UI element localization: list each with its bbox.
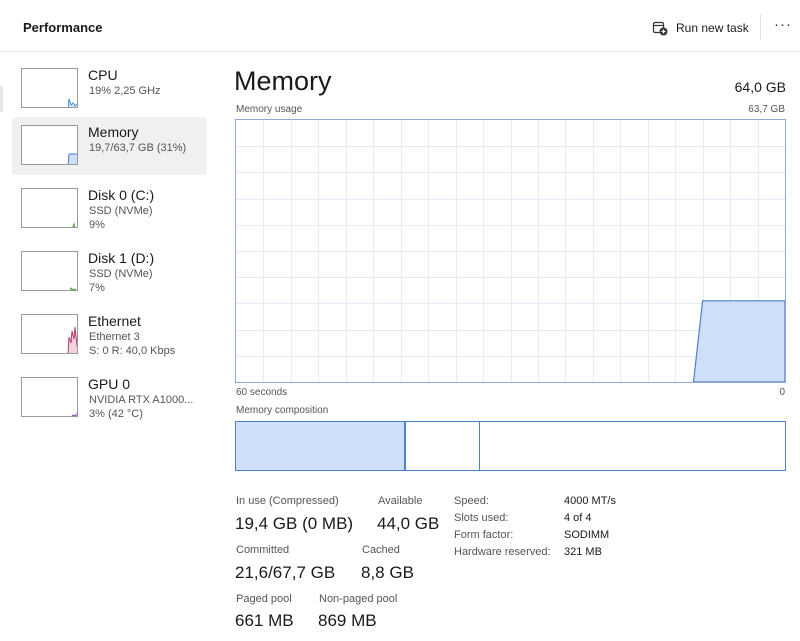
disk-graph-icon <box>21 188 78 228</box>
sidebar-item-label: Disk 0 (C:) <box>88 187 155 203</box>
run-new-task-label: Run new task <box>676 21 749 35</box>
available-label: Available <box>378 495 423 507</box>
memory-composition-label: Memory composition <box>236 405 329 416</box>
speed-value: 4000 MT/s <box>564 495 616 507</box>
in-use-value: 19,4 GB (0 MB) <box>235 514 354 533</box>
cpu-graph-icon <box>21 68 78 108</box>
slots-used-value: 4 of 4 <box>564 512 592 524</box>
sidebar-item-detail: SSD (NVMe) <box>89 205 153 217</box>
sidebar-item-label: GPU 0 <box>88 376 131 392</box>
form-factor-key: Form factor: <box>454 529 514 541</box>
graph-time-end: 0 <box>779 387 785 398</box>
sidebar-item-detail: SSD (NVMe) <box>89 268 153 280</box>
sidebar-item-label: CPU <box>88 67 118 83</box>
thumbnail-graph <box>67 98 77 107</box>
thumbnail-area <box>71 413 77 416</box>
thumbnail-graph <box>71 413 77 416</box>
nonpaged-pool-value: 869 MB <box>318 611 377 630</box>
memory-total: 64,0 GB <box>734 79 786 95</box>
memory-usage-area <box>692 300 785 382</box>
run-task-icon <box>652 21 668 36</box>
sidebar-item-memory[interactable]: Memory 19,7/63,7 GB (31%) <box>12 117 207 175</box>
committed-label: Committed <box>236 544 290 556</box>
memory-usage-graph <box>235 119 786 383</box>
resource-title: Memory <box>234 66 332 96</box>
form-factor-value: SODIMM <box>564 529 610 541</box>
sidebar-item-label: Disk 1 (D:) <box>88 250 155 266</box>
toolbar-divider <box>760 14 761 40</box>
sidebar-item-label: Ethernet <box>88 313 141 329</box>
paged-pool-value: 661 MB <box>235 611 294 630</box>
graph-time-start: 60 seconds <box>236 387 288 398</box>
composition-standby[interactable] <box>480 422 785 470</box>
nonpaged-pool-label: Non-paged pool <box>319 593 398 605</box>
page-title: Performance <box>23 20 103 35</box>
cached-value: 8,8 GB <box>361 563 414 582</box>
memory-composition-bar <box>235 421 786 471</box>
in-use-label: In use (Compressed) <box>236 495 339 507</box>
sidebar-item-disk-0-c[interactable]: Disk 0 (C:) SSD (NVMe) 9% <box>12 180 207 238</box>
hardware-reserved-key: Hardware reserved: <box>454 546 551 558</box>
thumbnail-area <box>72 222 76 227</box>
gpu-graph-icon <box>21 377 78 417</box>
composition-modified[interactable] <box>406 422 480 470</box>
thumbnail-graph <box>67 153 77 164</box>
sidebar-item-detail: Ethernet 3 <box>89 331 140 343</box>
thumbnail-area <box>67 153 77 164</box>
sidebar-item-detail: NVIDIA RTX A1000... <box>89 394 194 406</box>
sidebar-item-detail: 19,7/63,7 GB (31%) <box>89 142 187 154</box>
thumbnail-area <box>67 326 77 353</box>
thumbnail-graph <box>72 222 76 227</box>
hardware-reserved-value: 321 MB <box>564 546 602 558</box>
sidebar-item-detail: S: 0 R: 40,0 Kbps <box>89 345 176 357</box>
memory-graph-icon <box>21 125 78 165</box>
thumbnail-area <box>69 287 77 290</box>
sidebar-item-cpu[interactable]: CPU 19% 2,25 GHz <box>12 60 207 118</box>
available-value: 44,0 GB <box>377 514 440 533</box>
slots-used-key: Slots used: <box>454 512 509 524</box>
sidebar-item-detail: 19% 2,25 GHz <box>89 85 161 97</box>
sidebar-item-disk-1-d[interactable]: Disk 1 (D:) SSD (NVMe) 7% <box>12 243 207 301</box>
title-bar: Performance Run new task ··· <box>0 0 800 52</box>
thumbnail-graph <box>69 287 77 290</box>
sidebar-item-detail: 3% (42 °C) <box>89 408 143 420</box>
ethernet-graph-icon <box>21 314 78 354</box>
memory-usage-label: Memory usage <box>236 104 303 115</box>
sidebar-item-detail: 7% <box>89 282 105 294</box>
memory-usage-plot <box>236 120 785 382</box>
thumbnail-graph <box>67 326 77 353</box>
sidebar-item-detail: 9% <box>89 219 105 231</box>
composition-in-use[interactable] <box>236 422 406 470</box>
memory-usage-max: 63,7 GB <box>748 104 785 115</box>
speed-key: Speed: <box>454 495 489 507</box>
run-new-task-button[interactable]: Run new task <box>652 16 749 40</box>
committed-value: 21,6/67,7 GB <box>235 563 336 582</box>
sidebar-item-label: Memory <box>88 124 139 140</box>
more-options-button[interactable]: ··· <box>772 16 794 38</box>
sidebar-item-ethernet[interactable]: Ethernet Ethernet 3 S: 0 R: 40,0 Kbps <box>12 306 207 364</box>
sidebar-item-gpu-0[interactable]: GPU 0 NVIDIA RTX A1000... 3% (42 °C) <box>12 369 207 427</box>
nav-edge <box>0 86 3 112</box>
cached-label: Cached <box>362 544 400 556</box>
paged-pool-label: Paged pool <box>236 593 292 605</box>
disk-graph-icon <box>21 251 78 291</box>
thumbnail-area <box>67 98 77 107</box>
